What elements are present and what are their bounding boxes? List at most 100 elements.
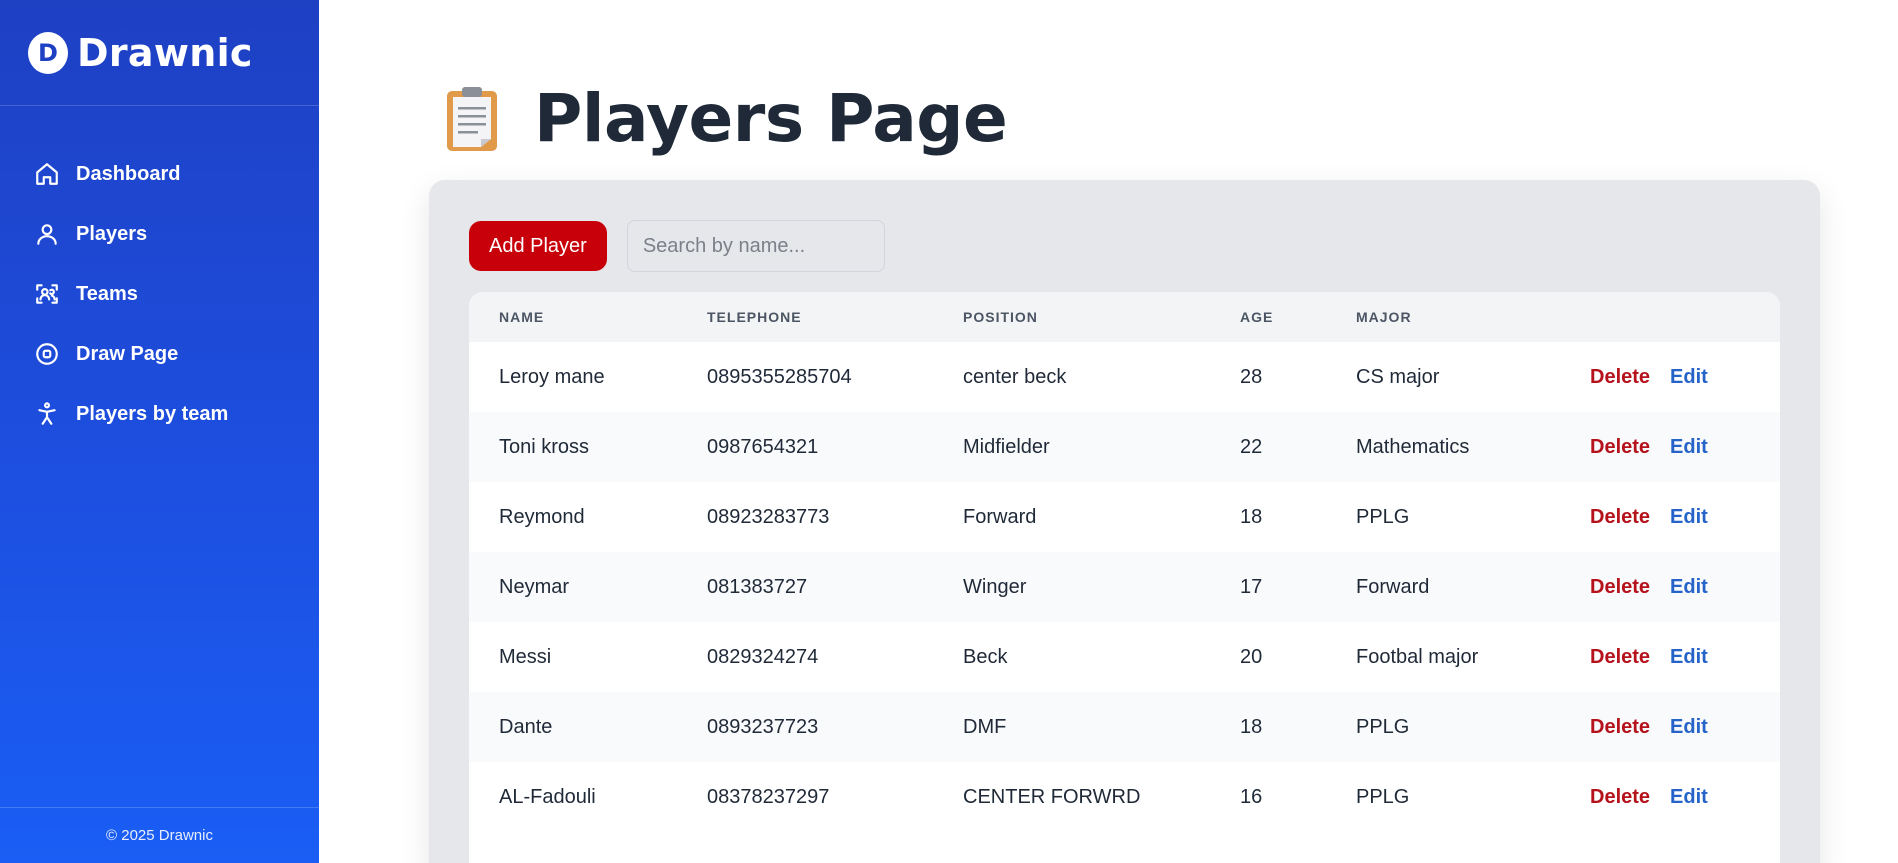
table-body: Leroy mane 0895355285704 center beck 28 …	[469, 342, 1780, 832]
cell-name: Dante	[499, 715, 553, 738]
header-name: NAME	[499, 309, 545, 325]
person-arms-icon	[34, 401, 60, 427]
cell-position: CENTER FORWRD	[963, 785, 1141, 808]
add-player-button[interactable]: Add Player	[469, 221, 607, 271]
delete-button[interactable]: Delete	[1590, 576, 1650, 599]
cell-major: Footbal major	[1356, 645, 1479, 668]
sidebar-item-label: Players	[76, 222, 148, 245]
table-row: Toni kross 0987654321 Midfielder 22 Math…	[469, 412, 1780, 482]
delete-button[interactable]: Delete	[1590, 646, 1650, 669]
row-actions: Delete Edit	[1590, 436, 1708, 459]
cell-age: 18	[1240, 715, 1263, 738]
cell-major: PPLG	[1356, 785, 1410, 808]
players-card: Add Player NAME TELEPHONE POSITION AGE M…	[429, 180, 1820, 863]
cell-major: CS major	[1356, 365, 1440, 388]
delete-button[interactable]: Delete	[1590, 436, 1650, 459]
row-actions: Delete Edit	[1590, 576, 1708, 599]
delete-button[interactable]: Delete	[1590, 506, 1650, 529]
table-row: Messi 0829324274 Beck 20 Footbal major D…	[469, 622, 1780, 692]
sidebar-item-draw-page[interactable]: Draw Page	[0, 324, 319, 384]
cell-name: Neymar	[499, 575, 570, 598]
sidebar-item-players-by-team[interactable]: Players by team	[0, 384, 319, 444]
search-input[interactable]	[626, 220, 885, 272]
sidebar-item-label: Draw Page	[76, 342, 179, 365]
cell-major: Mathematics	[1356, 435, 1470, 458]
table-row: Reymond 08923283773 Forward 18 PPLG Dele…	[469, 482, 1780, 552]
cell-age: 17	[1240, 575, 1263, 598]
cell-age: 20	[1240, 645, 1263, 668]
row-actions: Delete Edit	[1590, 786, 1708, 809]
header-major: MAJOR	[1356, 309, 1412, 325]
page-header: Players Page	[444, 80, 1008, 157]
sidebar-item-dashboard[interactable]: Dashboard	[0, 144, 319, 204]
header-position: POSITION	[963, 309, 1038, 325]
cell-position: center beck	[963, 365, 1067, 388]
row-actions: Delete Edit	[1590, 366, 1708, 389]
cell-position: DMF	[963, 715, 1007, 738]
edit-button[interactable]: Edit	[1670, 786, 1708, 809]
delete-button[interactable]: Delete	[1590, 716, 1650, 739]
toolbar: Add Player	[469, 220, 885, 272]
edit-button[interactable]: Edit	[1670, 576, 1708, 599]
edit-button[interactable]: Edit	[1670, 436, 1708, 459]
sidebar-item-teams[interactable]: Teams	[0, 264, 319, 324]
sidebar-footer: © 2025 Drawnic	[0, 807, 319, 863]
circle-target-icon	[34, 341, 60, 367]
cell-name: Leroy mane	[499, 365, 605, 388]
table-header: NAME TELEPHONE POSITION AGE MAJOR	[469, 292, 1780, 342]
brand-logo-icon: D	[28, 31, 68, 74]
cell-position: Winger	[963, 575, 1027, 598]
sidebar-item-label: Players by team	[76, 402, 229, 425]
players-table: NAME TELEPHONE POSITION AGE MAJOR Leroy …	[469, 292, 1780, 863]
delete-button[interactable]: Delete	[1590, 786, 1650, 809]
table-row: Dante 0893237723 DMF 18 PPLG Delete Edit	[469, 692, 1780, 762]
cell-age: 28	[1240, 365, 1263, 388]
cell-telephone: 0893237723	[707, 715, 819, 738]
cell-major: Forward	[1356, 575, 1430, 598]
sidebar-nav: Dashboard Players Teams Draw Page Player…	[0, 144, 319, 444]
cell-telephone: 081383727	[707, 575, 808, 598]
edit-button[interactable]: Edit	[1670, 646, 1708, 669]
clipboard-icon	[447, 86, 497, 151]
row-actions: Delete Edit	[1590, 646, 1708, 669]
brand-name: Drawnic	[77, 30, 253, 75]
cell-telephone: 0829324274	[707, 645, 819, 668]
home-icon	[34, 161, 60, 187]
cell-position: Forward	[963, 505, 1037, 528]
cell-name: Messi	[499, 645, 552, 668]
page-title: Players Page	[534, 80, 1008, 157]
cell-age: 16	[1240, 785, 1263, 808]
cell-position: Midfielder	[963, 435, 1050, 458]
table-row: Neymar 081383727 Winger 17 Forward Delet…	[469, 552, 1780, 622]
cell-telephone: 0895355285704	[707, 365, 852, 388]
edit-button[interactable]: Edit	[1670, 506, 1708, 529]
cell-name: Reymond	[499, 505, 585, 528]
brand[interactable]: D Drawnic	[0, 0, 319, 106]
sidebar-item-players[interactable]: Players	[0, 204, 319, 264]
cell-name: Toni kross	[499, 435, 590, 458]
row-actions: Delete Edit	[1590, 716, 1708, 739]
cell-telephone: 08923283773	[707, 505, 830, 528]
sidebar: D Drawnic Dashboard Players Teams Draw P…	[0, 0, 319, 863]
user-icon	[34, 221, 60, 247]
cell-age: 22	[1240, 435, 1263, 458]
header-age: AGE	[1240, 309, 1274, 325]
cell-major: PPLG	[1356, 715, 1410, 738]
sidebar-item-label: Teams	[76, 282, 138, 305]
scan-users-icon	[34, 281, 60, 307]
edit-button[interactable]: Edit	[1670, 366, 1708, 389]
sidebar-item-label: Dashboard	[76, 162, 181, 185]
table-row: AL-Fadouli 08378237297 CENTER FORWRD 16 …	[469, 762, 1780, 832]
cell-telephone: 0987654321	[707, 435, 819, 458]
row-actions: Delete Edit	[1590, 506, 1708, 529]
delete-button[interactable]: Delete	[1590, 366, 1650, 389]
cell-major: PPLG	[1356, 505, 1410, 528]
edit-button[interactable]: Edit	[1670, 716, 1708, 739]
cell-telephone: 08378237297	[707, 785, 830, 808]
main-content: Players Page Add Player NAME TELEPHONE P…	[319, 0, 1898, 863]
table-row: Leroy mane 0895355285704 center beck 28 …	[469, 342, 1780, 412]
header-telephone: TELEPHONE	[707, 309, 802, 325]
cell-age: 18	[1240, 505, 1263, 528]
cell-name: AL-Fadouli	[499, 785, 596, 808]
cell-position: Beck	[963, 645, 1008, 668]
